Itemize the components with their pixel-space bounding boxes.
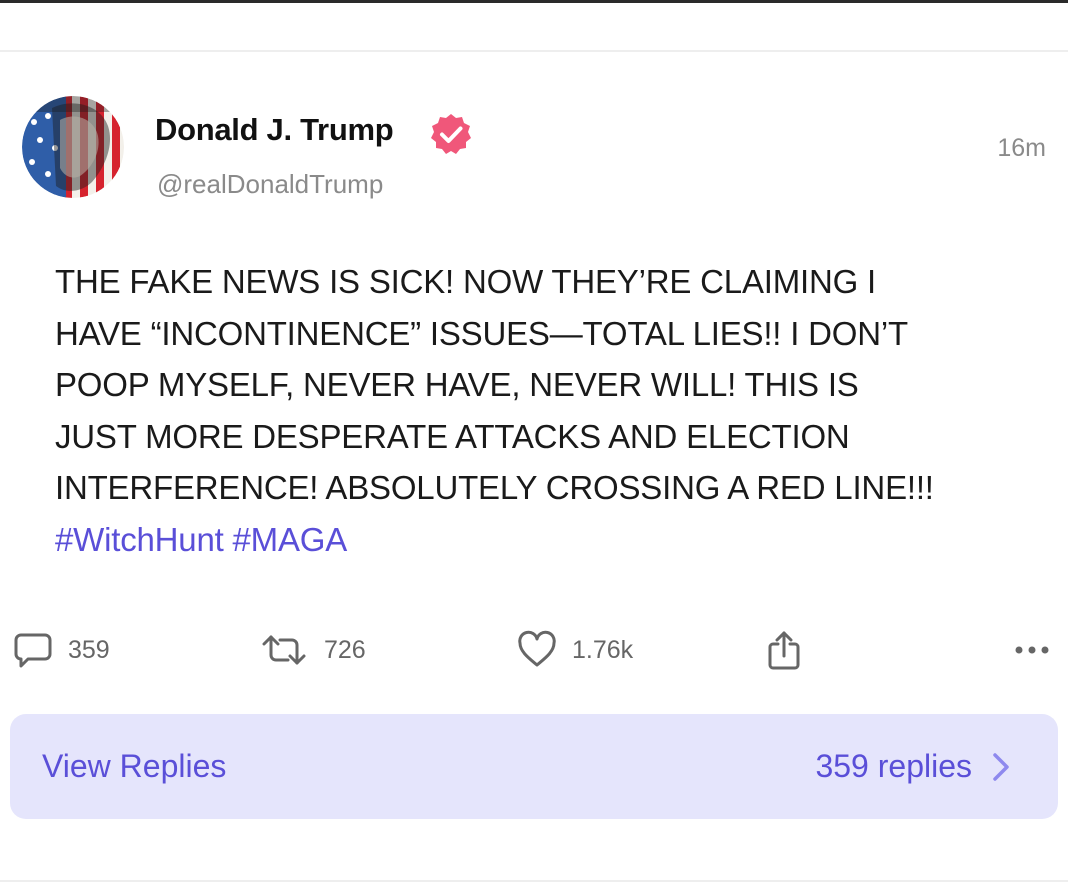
hashtag-link[interactable]: #MAGA: [233, 521, 348, 558]
author-display-name[interactable]: Donald J. Trump: [155, 112, 394, 148]
view-replies-label[interactable]: View Replies: [42, 714, 226, 819]
post-timestamp: 16m: [997, 134, 1046, 162]
action-bar: 359 726 1.76k: [0, 620, 1068, 680]
divider: [0, 880, 1068, 882]
hashtag-link[interactable]: #WitchHunt: [55, 521, 224, 558]
more-options-button[interactable]: [1014, 620, 1052, 680]
post-text-line: INTERFERENCE! ABSOLUTELY CROSSING A RED …: [55, 469, 934, 506]
avatar-image: [22, 96, 124, 198]
author-handle[interactable]: @realDonaldTrump: [157, 169, 383, 200]
share-icon: [768, 631, 800, 670]
verified-badge-icon: [431, 114, 471, 154]
replies-count: 359 replies: [815, 748, 972, 784]
more-icon: [1015, 646, 1049, 654]
reply-count: 359: [68, 635, 110, 664]
like-count: 1.76k: [572, 635, 634, 664]
post-text-line: HAVE “INCONTINENCE” ISSUES—TOTAL LIES!! …: [55, 314, 908, 352]
repost-icon: [262, 635, 306, 665]
post-body: THE FAKE NEWS IS SICK! NOW THEY’RE CLAIM…: [55, 256, 1045, 565]
post-text-line: POOP MYSELF, NEVER HAVE, NEVER WILL! THI…: [55, 366, 859, 403]
repost-button[interactable]: 726: [258, 620, 366, 680]
view-replies-bar[interactable]: View Replies 359 replies: [10, 714, 1058, 819]
post-text-line: THE FAKE NEWS IS SICK! NOW THEY’RE CLAIM…: [55, 263, 877, 300]
divider: [0, 50, 1068, 52]
repost-count: 726: [324, 635, 366, 664]
like-icon: [518, 630, 556, 667]
avatar[interactable]: [22, 96, 124, 198]
chevron-right-icon: [993, 753, 1009, 781]
top-border: [0, 0, 1068, 3]
reply-button[interactable]: 359: [12, 620, 110, 680]
reply-icon: [14, 633, 52, 668]
post-text-line: JUST MORE DESPERATE ATTACKS AND ELECTION: [55, 417, 850, 455]
share-button[interactable]: [764, 620, 804, 680]
hashtags-line: #WitchHunt #MAGA: [55, 514, 1045, 566]
like-button[interactable]: 1.76k: [516, 620, 633, 680]
